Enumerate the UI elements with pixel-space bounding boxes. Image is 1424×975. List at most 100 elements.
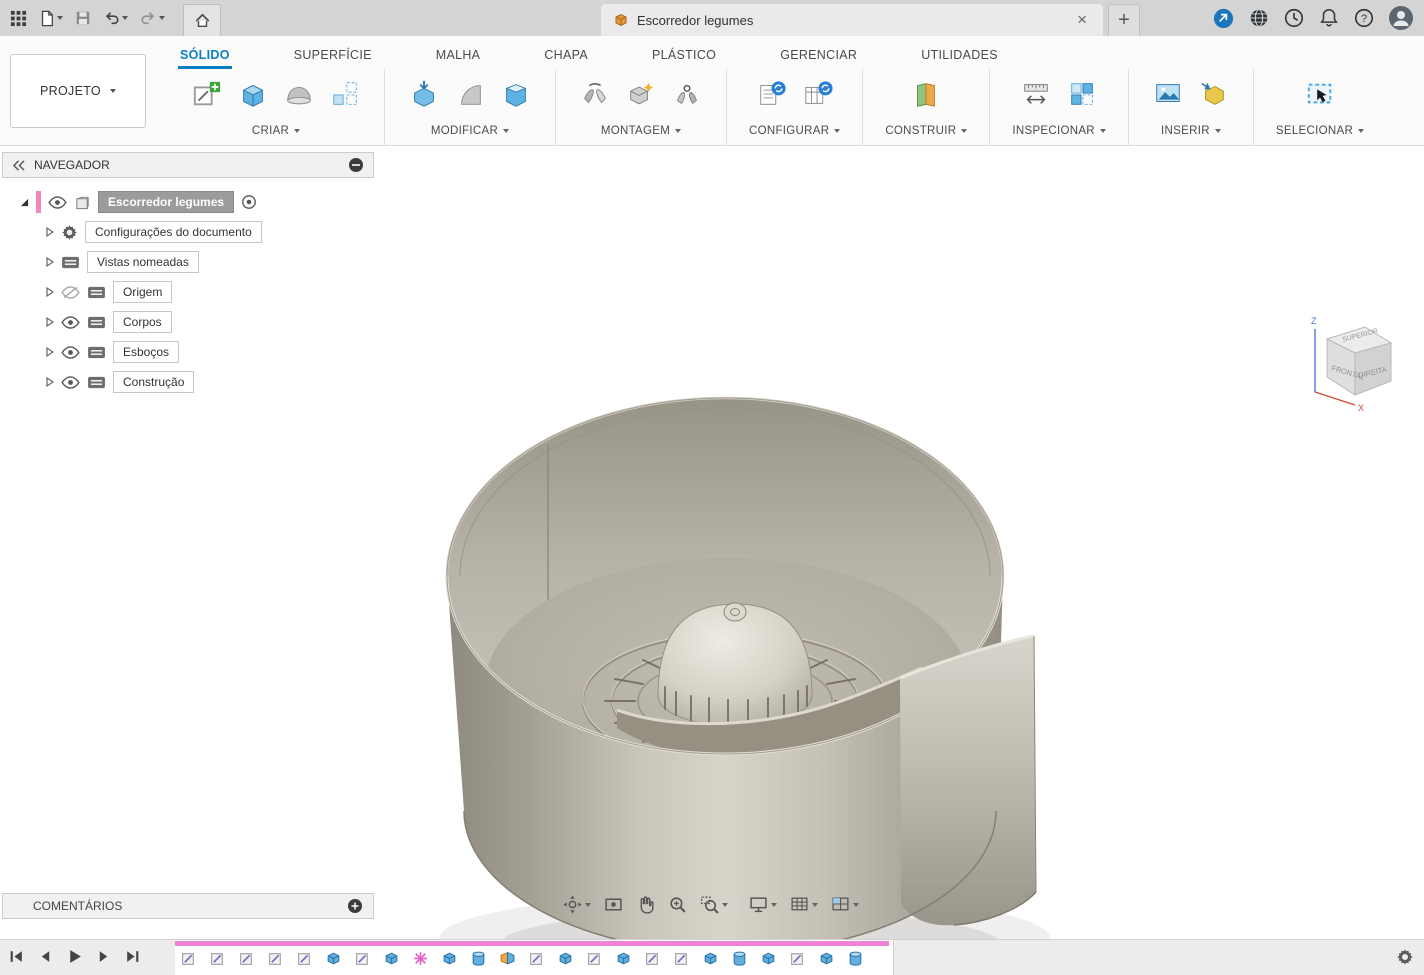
timeline-feature-extrude[interactable] (702, 950, 719, 967)
redo-button[interactable] (136, 4, 169, 32)
app-menu-button[interactable] (6, 4, 31, 32)
timeline-feature-extrude[interactable] (441, 950, 458, 967)
montagem-dropdown[interactable]: MONTAGEM (601, 125, 681, 137)
notifications-button[interactable] (1318, 7, 1340, 29)
inspecionar-dropdown[interactable]: INSPECIONAR (1012, 125, 1106, 137)
orbit-button[interactable] (560, 892, 594, 917)
project-dropdown-button[interactable]: PROJETO (10, 54, 146, 128)
timeline-settings-button[interactable] (1396, 948, 1414, 966)
tab-superficie[interactable]: SUPERFÍCIE (292, 44, 374, 69)
expander-collapsed-icon[interactable] (46, 257, 54, 267)
timeline-feature-sketch[interactable] (586, 950, 603, 967)
expander-collapsed-icon[interactable] (46, 347, 54, 357)
modificar-dropdown[interactable]: MODIFICAR (431, 125, 509, 137)
tab-solido[interactable]: SÓLIDO (178, 44, 232, 69)
visibility-eye-icon[interactable] (61, 346, 80, 359)
tree-item-label[interactable]: Construção (113, 371, 194, 393)
tab-chapa[interactable]: CHAPA (542, 44, 590, 69)
construir-dropdown[interactable]: CONSTRUIR (885, 125, 967, 137)
zoom-window-button[interactable] (697, 892, 731, 917)
timeline-feature-sketch[interactable] (789, 950, 806, 967)
inserir-dropdown[interactable]: INSERIR (1161, 125, 1221, 137)
document-tab[interactable]: Escorredor legumes × (601, 4, 1103, 36)
tree-row-construction[interactable]: Construção (46, 367, 374, 397)
criar-dropdown[interactable]: CRIAR (252, 125, 300, 137)
timeline-feature-sketch[interactable] (180, 950, 197, 967)
minimize-panel-icon[interactable] (348, 157, 364, 173)
timeline-feature-combine[interactable] (499, 950, 516, 967)
as-built-joint-button[interactable] (670, 77, 704, 111)
timeline-feature-sketch[interactable] (267, 950, 284, 967)
close-tab-button[interactable]: × (1073, 10, 1091, 30)
extrude-button[interactable] (236, 77, 270, 111)
tree-row-sketches[interactable]: Esboços (46, 337, 374, 367)
timeline-feature-extrude[interactable] (383, 950, 400, 967)
tree-row-root[interactable]: Escorredor legumes (20, 187, 374, 217)
tree-item-label[interactable]: Vistas nomeadas (87, 251, 199, 273)
configure-button[interactable] (755, 77, 789, 111)
comments-panel[interactable]: COMENTÁRIOS (2, 893, 374, 919)
section-analysis-button[interactable] (1065, 77, 1099, 111)
timeline-feature-revolve[interactable] (470, 950, 487, 967)
timeline-feature-extrude[interactable] (760, 950, 777, 967)
tab-utilidades[interactable]: UTILIDADES (919, 44, 1000, 69)
timeline-feature-sketch[interactable] (354, 950, 371, 967)
visibility-eye-off-icon[interactable] (61, 286, 80, 299)
timeline-feature-extrude[interactable] (557, 950, 574, 967)
skip-to-end-button[interactable] (124, 948, 141, 965)
selecionar-dropdown[interactable]: SELECIONAR (1276, 125, 1364, 137)
timeline-feature-sketch[interactable] (238, 950, 255, 967)
skip-to-start-button[interactable] (8, 948, 25, 965)
timeline-feature-sketch[interactable] (644, 950, 661, 967)
visibility-eye-icon[interactable] (48, 196, 67, 209)
press-pull-button[interactable] (407, 77, 441, 111)
collapse-panel-icon[interactable] (12, 160, 25, 171)
timeline-position-bar[interactable] (175, 941, 889, 946)
save-button[interactable] (71, 4, 95, 32)
construction-plane-button[interactable] (909, 77, 943, 111)
expander-collapsed-icon[interactable] (46, 227, 54, 237)
play-button[interactable] (66, 948, 83, 965)
tree-item-label[interactable]: Corpos (113, 311, 172, 333)
viewports-button[interactable] (828, 892, 862, 917)
visibility-eye-icon[interactable] (61, 316, 80, 329)
configurar-dropdown[interactable]: CONFIGURAR (749, 125, 840, 137)
timeline-feature-sketch[interactable] (528, 950, 545, 967)
tree-row-bodies[interactable]: Corpos (46, 307, 374, 337)
decal-button[interactable] (1197, 77, 1231, 111)
tab-malha[interactable]: MALHA (434, 44, 483, 69)
step-back-button[interactable] (37, 948, 54, 965)
timeline-feature-sketch[interactable] (209, 950, 226, 967)
expander-collapsed-icon[interactable] (46, 377, 54, 387)
tree-item-label[interactable]: Esboços (113, 341, 179, 363)
view-cube[interactable]: Z X FRONTAL DIREITA SUPERIOR (1303, 312, 1403, 416)
web-button[interactable] (1248, 7, 1270, 29)
fillet-button[interactable] (453, 77, 487, 111)
visibility-eye-icon[interactable] (61, 376, 80, 389)
pan-button[interactable] (633, 892, 658, 917)
timeline-feature-extrude[interactable] (615, 950, 632, 967)
joint-button[interactable] (578, 77, 612, 111)
job-status-button[interactable] (1212, 7, 1235, 30)
look-at-button[interactable] (601, 892, 626, 917)
new-component-button[interactable] (624, 77, 658, 111)
sweep-button[interactable] (282, 77, 316, 111)
grid-snap-button[interactable] (787, 892, 821, 917)
expander-expanded-icon[interactable] (20, 198, 29, 207)
expander-collapsed-icon[interactable] (46, 317, 54, 327)
root-component-label[interactable]: Escorredor legumes (98, 191, 234, 213)
timeline-feature-sketch[interactable] (296, 950, 313, 967)
undo-button[interactable] (99, 4, 132, 32)
timeline-feature-sketch[interactable] (673, 950, 690, 967)
step-forward-button[interactable] (95, 948, 112, 965)
tab-plastico[interactable]: PLÁSTICO (650, 44, 718, 69)
new-tab-button[interactable]: + (1108, 4, 1140, 36)
create-sketch-button[interactable] (190, 77, 224, 111)
configuration-table-button[interactable] (801, 77, 835, 111)
zoom-button[interactable] (665, 892, 690, 917)
file-menu-button[interactable] (35, 4, 67, 32)
expander-collapsed-icon[interactable] (46, 287, 54, 297)
tree-row-named-views[interactable]: Vistas nomeadas (46, 247, 374, 277)
timeline-feature-extrude[interactable] (818, 950, 835, 967)
pattern-button[interactable] (328, 77, 362, 111)
